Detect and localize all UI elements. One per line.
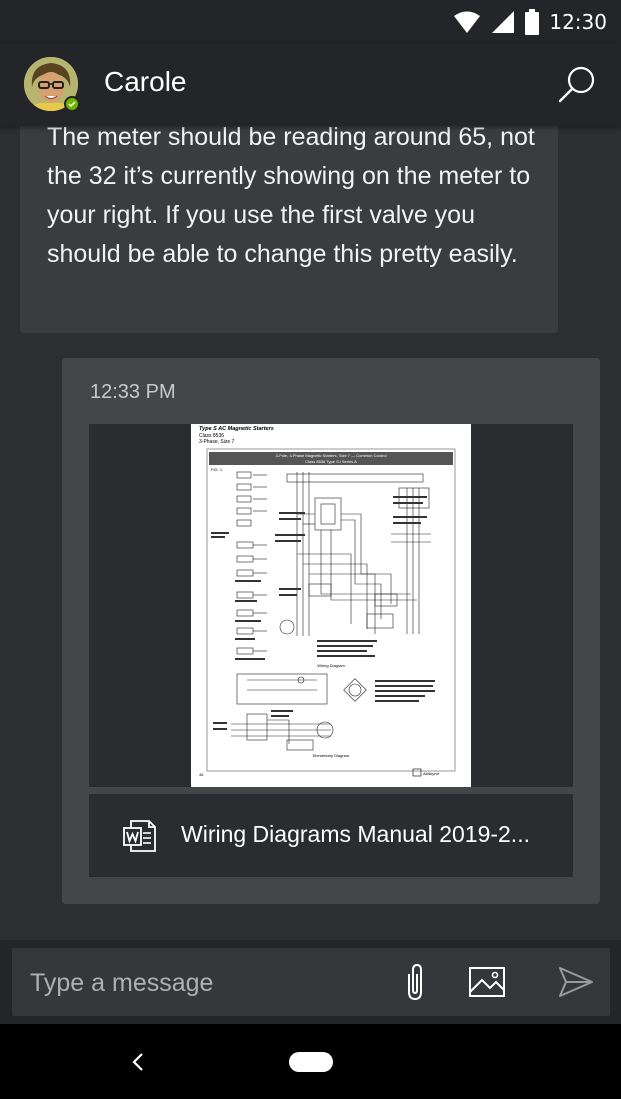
attach-button[interactable] — [398, 962, 432, 1002]
doc-fig-label: FIG. 1 — [211, 467, 223, 472]
doc-banner-line-2: Class 8536 Type SJ Series A — [305, 459, 357, 464]
message-composer — [0, 940, 621, 1024]
signal-icon — [492, 11, 515, 33]
file-attachment[interactable]: Wiring Diagrams Manual 2019-2... — [89, 794, 573, 877]
document-preview[interactable]: Type S AC Magnetic Starters Class 8536 3… — [89, 424, 573, 787]
doc-elementary-caption: Elementary Diagram — [313, 753, 350, 758]
search-icon — [558, 66, 595, 103]
image-button[interactable] — [468, 964, 508, 1000]
back-chevron-icon — [132, 1053, 143, 1071]
checkmark-icon — [68, 101, 76, 108]
paperclip-icon — [408, 963, 422, 1001]
chat-header: Carole — [0, 44, 621, 126]
status-icons: 12:30 — [453, 8, 607, 36]
doc-page-number: 46 — [199, 772, 204, 777]
search-button[interactable] — [557, 64, 597, 104]
file-name: Wiring Diagrams Manual 2019-2... — [181, 821, 530, 847]
document-page-thumbnail: Type S AC Magnetic Starters Class 8536 3… — [191, 424, 471, 787]
doc-size-label: 3-Phase, Size 7 — [199, 439, 235, 445]
presence-available-badge — [64, 96, 80, 112]
status-time: 12:30 — [549, 10, 607, 34]
status-bar: 12:30 — [0, 0, 621, 44]
doc-wiring-caption: Wiring Diagram — [317, 663, 345, 668]
battery-icon — [525, 9, 540, 35]
contact-name[interactable]: Carole — [104, 66, 186, 98]
doc-heading: Type S AC Magnetic Starters — [199, 426, 274, 432]
received-message-bubble[interactable]: The meter should be reading around 65, n… — [20, 100, 558, 333]
message-timestamp: 12:33 PM — [90, 381, 176, 403]
back-button[interactable] — [124, 1044, 152, 1080]
home-button[interactable] — [289, 1052, 333, 1072]
wiring-diagram-image: Type S AC Magnetic Starters Class 8536 3… — [199, 426, 456, 777]
message-text: The meter should be reading around 65, n… — [47, 123, 535, 268]
wifi-icon — [454, 11, 481, 33]
message-input[interactable] — [30, 966, 380, 1000]
message-input-box[interactable] — [12, 948, 610, 1016]
send-button[interactable] — [556, 962, 596, 1002]
doc-brand-logo: AllAbyrut — [422, 771, 440, 776]
doc-banner-line-1: 3-Pole, 3-Phase Magnetic Starters, Size … — [276, 453, 387, 458]
send-icon — [559, 967, 593, 997]
word-icon — [123, 820, 156, 852]
image-icon — [469, 967, 505, 997]
attachment-card[interactable]: 12:33 PM Type S AC Magnetic Starters Cla… — [62, 358, 600, 904]
system-navigation-bar — [0, 1024, 621, 1099]
